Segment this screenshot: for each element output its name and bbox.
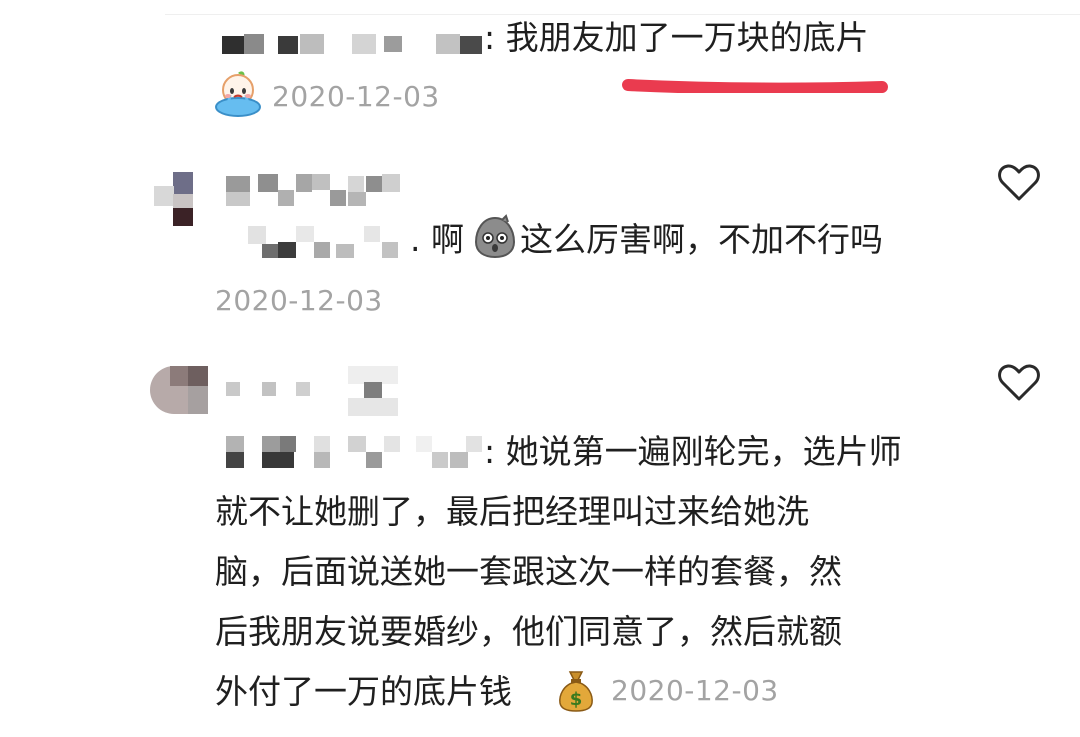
heart-outline-icon[interactable] <box>997 362 1041 402</box>
heart-outline-icon[interactable] <box>997 162 1041 202</box>
reply-line-4: 后我朋友说要婚纱，他们同意了，然后就额 <box>215 612 842 651</box>
money-bag-emoji: $ <box>559 671 593 712</box>
svg-text:$: $ <box>570 689 583 710</box>
red-highlight-underline <box>622 79 888 93</box>
comment-date: 2020-12-03 <box>272 80 440 113</box>
reply-line-2: 就不让她删了，最后把经理叫过来给她洗 <box>215 492 809 531</box>
reply-line-5: 外付了一万的底片钱 <box>215 672 512 711</box>
reply-line-1: : 她说第一遍刚轮完，选片师 <box>484 432 902 471</box>
reply-text: : 我朋友加了一万块的底片 <box>484 18 869 57</box>
crying-face-emoji <box>215 71 261 117</box>
comment-date: 2020-12-03 <box>611 674 779 707</box>
reply-line-3: 脑，后面说送她一套跟这次一样的套餐，然 <box>215 552 842 591</box>
shocked-face-emoji <box>474 214 516 259</box>
reply-prefix: . 啊 <box>410 220 464 259</box>
reply-text: 这么厉害啊，不加不行吗 <box>520 220 883 259</box>
comment-date: 2020-12-03 <box>215 284 383 317</box>
